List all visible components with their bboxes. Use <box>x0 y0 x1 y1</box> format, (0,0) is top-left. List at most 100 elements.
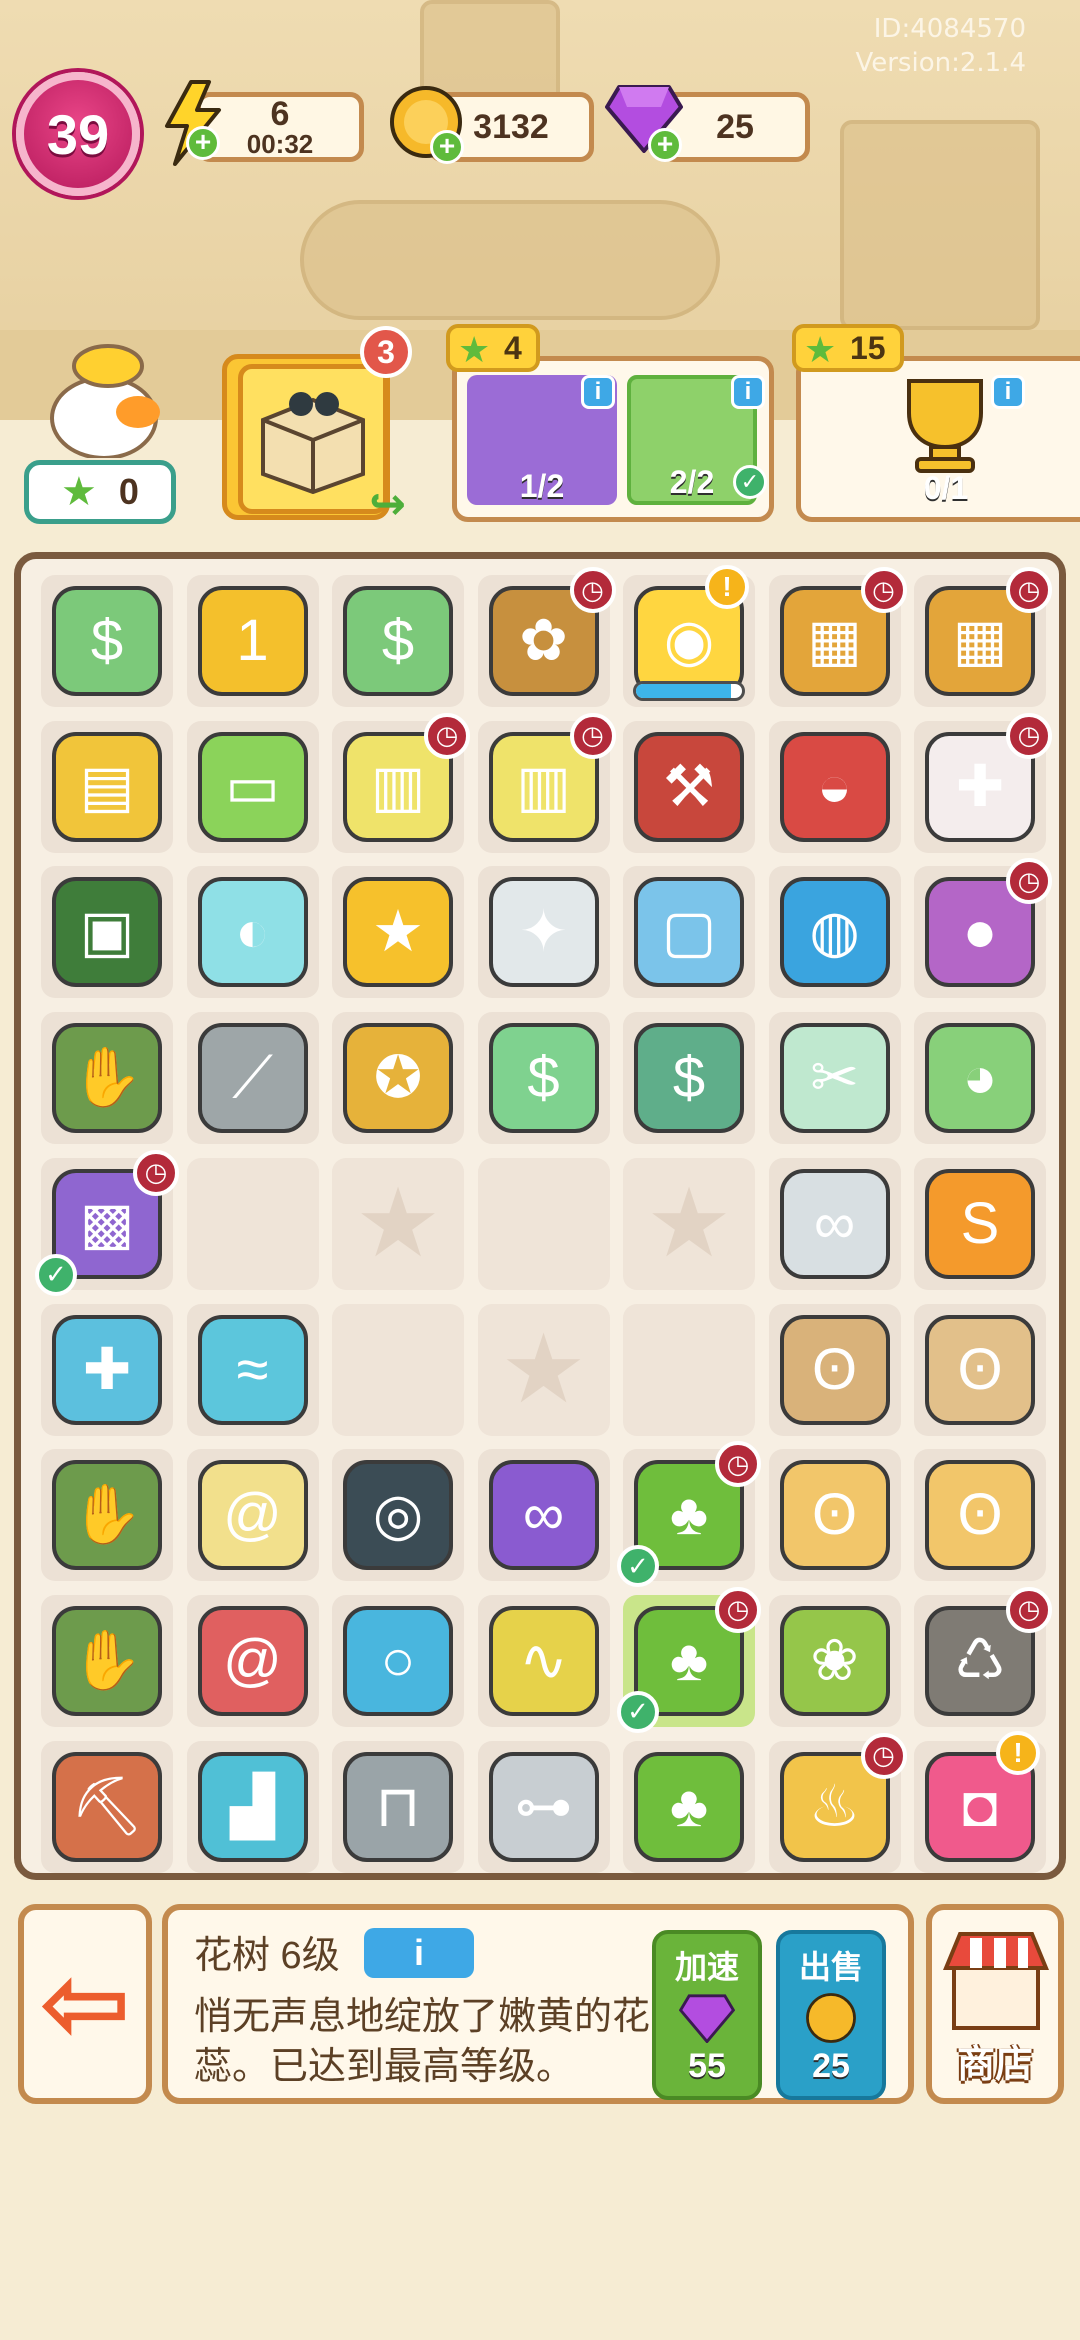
board-cell[interactable]: ✚ <box>41 1303 173 1436</box>
add-coins-button[interactable]: + <box>430 130 464 164</box>
board-cell[interactable]: $ <box>41 575 173 707</box>
board-cell[interactable]: ∞ <box>768 1157 901 1290</box>
board-cell[interactable]: ◕ <box>914 1012 1046 1145</box>
board-cell[interactable]: ◎ <box>332 1449 464 1582</box>
board-cell[interactable]: $ <box>623 1012 755 1145</box>
level-number: 39 <box>46 102 110 166</box>
board-cell[interactable]: ▦ ◷ <box>768 567 907 707</box>
empty-cell[interactable]: ★ <box>332 1157 464 1290</box>
board-cell[interactable]: ʘ <box>914 1449 1046 1582</box>
green-star-icon: ★ <box>804 329 837 370</box>
hoop-icon: ○ <box>343 1605 453 1716</box>
order-item-info-icon[interactable]: i <box>581 375 615 409</box>
star-placeholder-icon: ★ <box>354 1169 442 1277</box>
board-cell[interactable]: ⚒ <box>623 720 755 853</box>
shop-button[interactable]: 商店 <box>926 1904 1064 2104</box>
board-cell[interactable]: ʘ <box>768 1303 901 1436</box>
board-cell[interactable]: ∞ <box>477 1449 610 1582</box>
basketball-jersey-icon: S <box>925 1168 1035 1279</box>
puzzle-piece-icon: ✚ <box>52 1314 162 1425</box>
empty-cell[interactable] <box>623 1303 755 1436</box>
board-cell[interactable]: ʘ <box>914 1303 1046 1436</box>
board-cell[interactable]: ▩ ◷ ✓ <box>35 1149 179 1296</box>
board-cell[interactable]: ★ <box>332 866 464 999</box>
board-cell[interactable]: S <box>914 1157 1046 1290</box>
empty-cell[interactable]: ★ <box>477 1303 610 1436</box>
board-cell[interactable]: ◍ <box>768 866 901 999</box>
timer-clock-icon: ◷ <box>1006 858 1052 905</box>
board-cell[interactable]: ▥ ◷ <box>477 712 616 853</box>
sell-button[interactable]: 出售 25 <box>776 1930 886 2100</box>
board-cell[interactable]: @ <box>186 1449 319 1582</box>
board-cell[interactable]: ✂ <box>768 1012 901 1145</box>
board-cell[interactable]: ○ <box>332 1594 464 1727</box>
order-progress-b: 2/2 <box>669 464 715 500</box>
board-cell[interactable]: 1 <box>186 575 319 707</box>
board-cell[interactable]: ◐ <box>186 866 319 999</box>
board-cell[interactable]: ⛏ <box>41 1740 173 1873</box>
toolbox-icon: ▣ <box>52 877 162 988</box>
exit-icon: ⇦ <box>38 1942 132 2065</box>
board-cell[interactable]: ▭ <box>186 720 319 853</box>
board-cell[interactable]: ✋ <box>41 1449 173 1582</box>
board-cell[interactable]: ▟ <box>186 1740 319 1873</box>
speed-up-button[interactable]: 加速 55 <box>652 1930 762 2100</box>
board-cell[interactable]: ✋ <box>41 1594 173 1727</box>
board-cell[interactable]: ◘! <box>914 1730 1046 1873</box>
item-description: 悄无声息地绽放了嫩黄的花蕊。已达到最高等级。 <box>194 1996 651 2088</box>
order-card-1[interactable]: 1/2 i 2/2 i ✓ <box>452 356 774 522</box>
board-cell[interactable]: ⟋ <box>186 1012 319 1145</box>
board-cell[interactable]: ▤ <box>41 720 173 853</box>
order-card-2[interactable]: 0/1 i <box>796 356 1080 522</box>
add-gems-button[interactable]: + <box>648 128 682 162</box>
board-cell[interactable]: ✋ <box>41 1012 173 1145</box>
board-cell[interactable]: ▦ ◷ <box>914 567 1052 707</box>
timer-clock-icon: ◷ <box>424 712 470 759</box>
player-level-badge[interactable]: 39 <box>16 72 140 196</box>
board-cell[interactable]: @ <box>186 1594 319 1727</box>
banknote-icon: $ <box>488 1023 599 1134</box>
board-cell[interactable]: ♺ ◷ <box>914 1586 1052 1727</box>
box-icon <box>261 392 365 494</box>
push-up-bar-icon: ⊓ <box>343 1751 453 1862</box>
mascot-star-counter[interactable]: ★ 0 <box>24 460 176 524</box>
board-cell[interactable]: ▣ <box>41 866 173 999</box>
board-cell[interactable]: ✪ <box>332 1012 464 1145</box>
board-cell[interactable]: ⊓ <box>332 1740 464 1873</box>
board-cell[interactable]: $ <box>332 575 464 707</box>
board-cell[interactable]: ♣ ◷ ✓ <box>617 1586 761 1733</box>
board-cell[interactable]: ≈ <box>186 1303 319 1436</box>
board-cell[interactable]: ♨ ◷ <box>768 1732 907 1873</box>
board-cell[interactable]: ⊶ <box>477 1740 610 1873</box>
board-cell[interactable]: ▥ ◷ <box>332 712 470 853</box>
board-cell[interactable]: ʘ <box>768 1449 901 1582</box>
empty-cell[interactable]: ★ <box>623 1157 755 1290</box>
mascot-duck[interactable] <box>38 338 168 460</box>
robot-vacuum-icon: ◍ <box>779 877 890 988</box>
board-cell[interactable]: $ <box>477 1012 610 1145</box>
board-cell[interactable]: ♣ <box>623 1740 755 1873</box>
board-cell[interactable]: ● ◷ <box>914 858 1052 999</box>
board-cell[interactable]: ◉! <box>623 565 755 707</box>
board-cell[interactable]: ✚ ◷ <box>914 712 1052 853</box>
version-info: ID:4084570 Version:2.1.4 <box>855 12 1026 80</box>
hamster-family-icon: ʘ <box>925 1314 1035 1425</box>
empty-cell[interactable] <box>186 1157 319 1290</box>
item-info-button[interactable]: i <box>364 1928 474 1978</box>
exit-button[interactable]: ⇦ <box>18 1904 152 2104</box>
board-cell[interactable]: ❀ <box>768 1594 901 1727</box>
board-cell[interactable]: ✦ <box>477 866 610 999</box>
add-energy-button[interactable]: + <box>186 126 220 160</box>
tool-bucket-icon: ◒ <box>779 731 890 842</box>
order-item-info-icon[interactable]: i <box>731 375 765 409</box>
board-cell[interactable]: ♣ ◷ ✓ <box>617 1441 761 1588</box>
board-cell[interactable]: ∿ <box>477 1594 610 1727</box>
board-cell[interactable]: ▢ <box>623 866 755 999</box>
banknotes-icon: $ <box>634 1023 744 1134</box>
order-item-info-icon[interactable]: i <box>991 375 1025 409</box>
board-cell[interactable]: ◒ <box>768 720 901 853</box>
empty-cell[interactable] <box>332 1303 464 1436</box>
gem-icon <box>679 1993 735 2043</box>
board-cell[interactable]: ✿ ◷ <box>477 567 616 707</box>
empty-cell[interactable] <box>477 1157 610 1290</box>
